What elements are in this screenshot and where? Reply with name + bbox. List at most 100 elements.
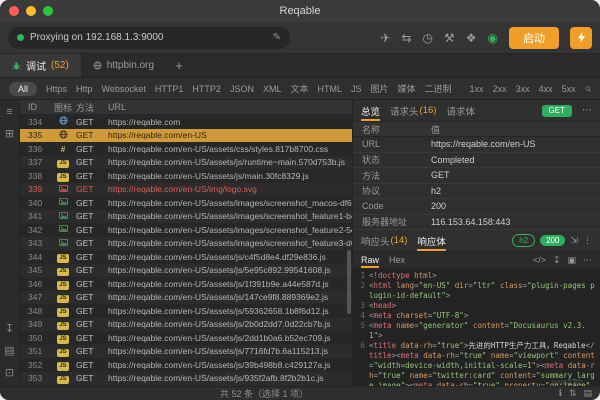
- response-body-code[interactable]: 1 <!doctype html> 2 <html lang="en-US" dir=…: [353, 269, 600, 386]
- filter-HTTP2[interactable]: HTTP2: [192, 84, 221, 94]
- filter-All[interactable]: All: [9, 81, 38, 96]
- filter-Https[interactable]: Https: [46, 84, 67, 94]
- download-icon[interactable]: ↧: [5, 324, 14, 335]
- tab-请求体[interactable]: 请求体: [446, 100, 475, 121]
- code-line: 2 <html lang="en-US" dir="ltr" class="plu…: [353, 281, 600, 301]
- toolbox-icon[interactable]: ⚒: [444, 32, 455, 44]
- tab-响应体[interactable]: 响应体: [417, 230, 446, 251]
- download-icon[interactable]: ↧: [553, 255, 561, 265]
- filter-3xx[interactable]: 3xx: [516, 84, 530, 94]
- table-row[interactable]: 350 JS GET https://reqable.com/en-US/assets…: [20, 331, 352, 345]
- table-row[interactable]: 342 GET https://reqable.com/en-US/assets/i…: [20, 223, 352, 237]
- tab-label: httpbin.org: [106, 60, 155, 71]
- filter-HTML[interactable]: HTML: [317, 84, 342, 94]
- js-file-icon: JS: [57, 335, 69, 344]
- table-row[interactable]: 335 GET https://reqable.com/en-US: [20, 128, 352, 142]
- row-url: https://reqable.com: [108, 116, 181, 127]
- copy-icon[interactable]: ▣: [567, 255, 576, 265]
- list-icon[interactable]: ≡: [6, 107, 12, 118]
- timer-icon[interactable]: ◷: [423, 32, 433, 44]
- table-row[interactable]: 346 JS GET https://reqable.com/en-US/assets…: [20, 277, 352, 291]
- table-row[interactable]: 338 JS GET https://reqable.com/en-US/assets…: [20, 169, 352, 183]
- column-id[interactable]: ID: [20, 102, 50, 112]
- row-method: GET: [76, 292, 94, 303]
- tab-请求头[interactable]: 请求头 (16): [390, 100, 436, 121]
- table-row[interactable]: 353 JS GET https://reqable.com/en-US/assets…: [20, 371, 352, 385]
- expand-icon[interactable]: ⇲: [570, 236, 578, 245]
- more-icon[interactable]: ⋯: [583, 255, 592, 265]
- line-number: 4: [360, 311, 365, 320]
- table-row[interactable]: 337 JS GET https://reqable.com/en-US/assets…: [20, 155, 352, 169]
- minimize-window-button[interactable]: [26, 6, 36, 16]
- filter-二进制[interactable]: 二进制: [425, 82, 452, 95]
- edit-proxy-icon[interactable]: ✎: [273, 32, 281, 43]
- table-row[interactable]: 348 JS GET https://reqable.com/en-US/assets…: [20, 304, 352, 318]
- filter-JSON[interactable]: JSON: [230, 84, 254, 94]
- table-row[interactable]: 352 JS GET https://reqable.com/en-US/assets…: [20, 358, 352, 372]
- monitor-icon[interactable]: ⊡: [5, 368, 14, 379]
- tab-httpbin[interactable]: httpbin.org: [81, 54, 166, 77]
- row-url: https://reqable.com/en-US/assets/js/5936…: [108, 305, 329, 316]
- table-row[interactable]: 347 JS GET https://reqable.com/en-US/assets…: [20, 290, 352, 304]
- filter-图片[interactable]: 图片: [371, 82, 389, 95]
- table-row[interactable]: 345 JS GET https://reqable.com/en-US/assets…: [20, 263, 352, 277]
- filter-JS[interactable]: JS: [351, 84, 362, 94]
- side-rail: ≡ ⊞ ↧ ▤ ⊡: [0, 100, 20, 386]
- log-icon[interactable]: ▤: [583, 388, 592, 399]
- structure-icon[interactable]: ⊞: [5, 129, 14, 140]
- js-file-icon: JS: [57, 375, 69, 385]
- mirror-icon[interactable]: ⇆: [401, 32, 411, 44]
- filter-5xx[interactable]: 5xx: [562, 84, 576, 94]
- row-id: 346: [28, 278, 43, 289]
- info-icon[interactable]: ℹ: [559, 388, 562, 399]
- filter-4xx[interactable]: 4xx: [539, 84, 553, 94]
- table-scrollbar[interactable]: [347, 250, 351, 314]
- row-id: 343: [28, 238, 43, 249]
- tab-Raw[interactable]: Raw: [361, 252, 379, 268]
- filter-Http[interactable]: Http: [76, 84, 93, 94]
- format-icon[interactable]: </>: [533, 255, 546, 265]
- filter-Websocket[interactable]: Websocket: [102, 84, 146, 94]
- filter-媒体[interactable]: 媒体: [398, 82, 416, 95]
- more-icon[interactable]: ⋯: [582, 105, 592, 116]
- composer-icon[interactable]: ✈: [380, 32, 390, 44]
- proxy-status-text: Proxying on 192.168.1.3:9000: [30, 32, 164, 43]
- start-button[interactable]: 启动: [509, 26, 559, 49]
- tab-Hex[interactable]: Hex: [389, 252, 405, 268]
- column-url[interactable]: URL: [108, 102, 352, 112]
- table-row[interactable]: 343 GET https://reqable.com/en-US/assets/i…: [20, 236, 352, 250]
- flash-start-button[interactable]: [570, 26, 592, 49]
- filter-1xx[interactable]: 1xx: [470, 84, 484, 94]
- table-row[interactable]: 351 JS GET https://reqable.com/en-US/assets…: [20, 344, 352, 358]
- row-id: 348: [28, 305, 43, 316]
- filter-XML[interactable]: XML: [263, 84, 282, 94]
- table-row[interactable]: 334 GET https://reqable.com: [20, 115, 352, 129]
- plugin-icon[interactable]: ❖: [466, 32, 477, 44]
- table-row[interactable]: 344 JS GET https://reqable.com/en-US/assets…: [20, 250, 352, 264]
- docs-icon[interactable]: ▤: [4, 346, 14, 357]
- zoom-window-button[interactable]: [43, 6, 53, 16]
- network-status-icon[interactable]: ◉: [488, 32, 498, 44]
- filter-2xx[interactable]: 2xx: [493, 84, 507, 94]
- row-url: https://reqable.com/en-US/assets/images/…: [108, 211, 352, 222]
- column-method[interactable]: 方法: [76, 101, 108, 114]
- new-tab-button[interactable]: +: [166, 54, 192, 77]
- more-icon[interactable]: ⋮: [583, 236, 592, 245]
- table-row[interactable]: 349 JS GET https://reqable.com/en-US/assets…: [20, 317, 352, 331]
- filter-HTTP1[interactable]: HTTP1: [155, 84, 184, 94]
- tab-label: Hex: [389, 255, 406, 265]
- line-content: <!doctype html>: [369, 271, 437, 280]
- filter-文本[interactable]: 文本: [290, 82, 308, 95]
- tab-总览[interactable]: 总览: [361, 100, 380, 121]
- close-window-button[interactable]: [9, 6, 19, 16]
- search-icon[interactable]: [585, 84, 591, 94]
- transfer-icon[interactable]: ⇅: [569, 388, 577, 399]
- tab-debug[interactable]: 调试 (52): [0, 54, 81, 77]
- tab-响应头[interactable]: 响应头 (14): [361, 230, 407, 251]
- table-row[interactable]: 336 # GET https://reqable.com/en-US/assets/…: [20, 142, 352, 156]
- table-row[interactable]: 340 GET https://reqable.com/en-US/assets/i…: [20, 196, 352, 210]
- proxy-status-pill[interactable]: Proxying on 192.168.1.3:9000 ✎: [8, 26, 290, 49]
- table-row[interactable]: 339 GET https://reqable.com/en-US/img/logo…: [20, 182, 352, 196]
- table-row[interactable]: 341 GET https://reqable.com/en-US/assets/i…: [20, 209, 352, 223]
- column-icon[interactable]: 图标: [50, 101, 76, 114]
